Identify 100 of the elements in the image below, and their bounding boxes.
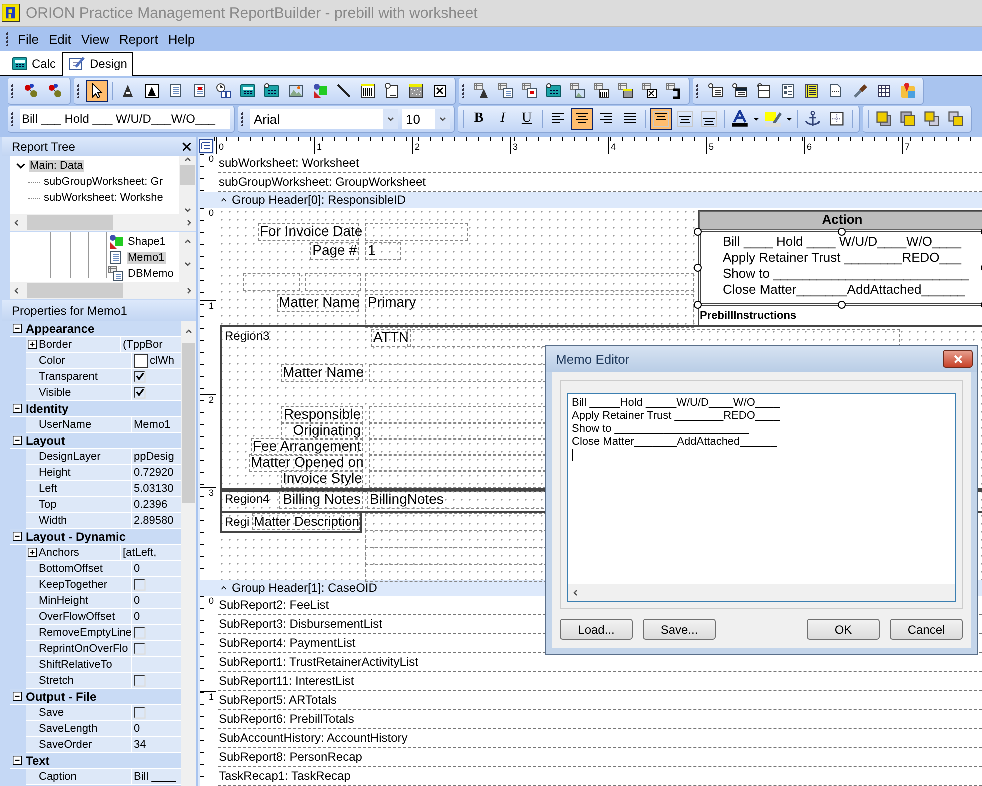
memo-line: Show to ___________________________ (723, 266, 970, 282)
tab[interactable]: Design (62, 52, 134, 76)
map-pin-icon (900, 83, 916, 99)
subreport-label: SubReport8: PersonRecap (218, 750, 362, 764)
align-top-button[interactable] (650, 108, 672, 130)
layers-icon (923, 110, 941, 128)
file-button[interactable]: Load... (560, 619, 633, 640)
property-name: Width (39, 514, 68, 526)
property-value[interactable]: ppDesig (134, 450, 174, 462)
property-value[interactable]: (TppBor (123, 338, 163, 350)
dropdown-icon (786, 116, 793, 122)
subreport-label: subGroupWorksheet: GroupWorksheet (218, 175, 426, 189)
property-name: MinHeight (39, 594, 89, 606)
chevron-down-icon[interactable] (184, 260, 192, 268)
report-tree-icon (198, 138, 214, 154)
menu-item[interactable]: Edit (44, 30, 76, 48)
memo-title: Action (699, 211, 982, 230)
property-name: SaveOrder (39, 738, 92, 750)
menu-item[interactable]: Help (163, 30, 200, 48)
page-icon (756, 83, 772, 99)
chevron-up-icon[interactable] (184, 328, 192, 336)
chevron-up-icon[interactable] (184, 156, 192, 164)
horizontal-scrollbar[interactable] (10, 214, 196, 231)
window-title: ORION Practice Management ReportBuilder - prebill with worksheet (26, 4, 478, 22)
tree-item[interactable]: subWorksheet: Workshe (43, 192, 164, 204)
dialog-button[interactable]: OK (807, 619, 880, 640)
property-value[interactable]: 0 (134, 562, 140, 574)
size-dropdown[interactable]: 10 (402, 109, 450, 129)
property-name: Color (39, 354, 66, 366)
calculator-icon (240, 83, 256, 99)
tree-item[interactable]: Memo1 (127, 252, 166, 264)
selection-handle[interactable] (694, 264, 702, 272)
band-header[interactable]: Group Header[1]: CaseOID (232, 581, 378, 595)
memo-line: Close Matter_______AddAttached______ (723, 282, 966, 298)
align-center-button[interactable] (571, 108, 593, 130)
align-bottom-button[interactable] (698, 108, 720, 130)
vertical-ruler: 0 (198, 154, 216, 192)
close-icon (954, 354, 962, 364)
x-square-icon (432, 83, 448, 99)
subreport-label: SubReport4: PaymentList (218, 636, 356, 650)
dialog-button[interactable]: Cancel (890, 619, 963, 640)
grid-icon (876, 83, 892, 99)
chevron-up-icon[interactable] (184, 238, 192, 246)
close-button[interactable] (943, 350, 973, 368)
file-button[interactable]: Save... (643, 619, 716, 640)
tree-item[interactable]: Shape1 (127, 236, 167, 248)
font-color-button[interactable] (729, 108, 751, 130)
property-value[interactable]: 0.72920 (134, 466, 174, 478)
align-top-icon (653, 111, 669, 127)
menu-item[interactable]: Report (114, 30, 164, 48)
network-icon (47, 83, 63, 99)
vertical-scrollbar[interactable] (181, 321, 196, 786)
menu-item[interactable]: View (76, 30, 114, 48)
italic-button[interactable]: I (492, 108, 514, 130)
chevron-right-icon[interactable] (185, 286, 193, 294)
brush-icon (852, 83, 868, 99)
property-value[interactable]: 5.03130 (134, 482, 174, 494)
chevron-down-icon[interactable] (438, 115, 446, 123)
menu-item[interactable]: File (13, 30, 44, 48)
align-middle-button[interactable] (674, 108, 696, 130)
vertical-scrollbar[interactable] (179, 156, 196, 214)
memo-text-area[interactable]: Bill _____Hold _____W/U/D____W/O____ Apply Retainer Trust ________REDO____ Show to ______________________ Close Matter_______AddAttached______ (567, 393, 956, 602)
tree-item[interactable]: DBMemo (127, 268, 175, 280)
table-barcode-icon (594, 83, 610, 99)
underline-button[interactable]: U (516, 108, 538, 130)
memo-line: Bill ____ Hold ____ W/U/D____W/O____ (723, 234, 963, 250)
property-value[interactable]: 34 (134, 738, 146, 750)
property-value[interactable]: 0 (134, 610, 140, 622)
property-value[interactable]: Bill ____ (134, 770, 176, 782)
subreport-label: subWorksheet: Worksheet (218, 156, 360, 170)
vertical-scrollbar[interactable] (179, 232, 196, 282)
band-header[interactable]: Group Header[0]: ResponsibleID (232, 193, 406, 207)
property-value[interactable]: 0.2396 (134, 498, 168, 510)
property-value[interactable]: 2.89580 (134, 514, 174, 526)
selection-handle[interactable] (694, 301, 702, 309)
chevron-left-icon[interactable] (13, 218, 21, 226)
property-value[interactable]: [atLeft, (123, 546, 157, 558)
property-value[interactable]: 0 (134, 594, 140, 606)
category-label[interactable]: Text (26, 754, 50, 768)
document-icon (168, 83, 184, 99)
chevron-left-icon[interactable] (13, 286, 21, 294)
bold-button[interactable]: B (468, 108, 490, 130)
property-value[interactable]: clWh (150, 354, 174, 366)
property-name: Top (39, 498, 57, 510)
chevron-down-icon[interactable] (184, 206, 192, 214)
chevron-down-icon[interactable] (386, 115, 394, 123)
tree-item[interactable]: subGroupWorksheet: Gr (43, 176, 164, 188)
selection-handle[interactable] (694, 228, 702, 236)
chevron-right-icon[interactable] (185, 218, 193, 226)
property-value[interactable]: Memo1 (134, 418, 171, 430)
tree-item[interactable]: Main: Data (29, 160, 84, 172)
tab[interactable]: Calc (6, 52, 62, 75)
caption-field[interactable]: Bill ___ Hold ___ W/U/D___W/O___ (20, 109, 230, 129)
font-dropdown[interactable]: Arial (250, 109, 398, 129)
region-icon (708, 83, 724, 99)
shapes-icon (312, 83, 328, 99)
property-value[interactable]: 0 (134, 722, 140, 734)
pointer-button[interactable] (86, 80, 108, 102)
horizontal-scrollbar[interactable] (10, 282, 196, 299)
chevron-left-icon[interactable] (572, 588, 580, 596)
